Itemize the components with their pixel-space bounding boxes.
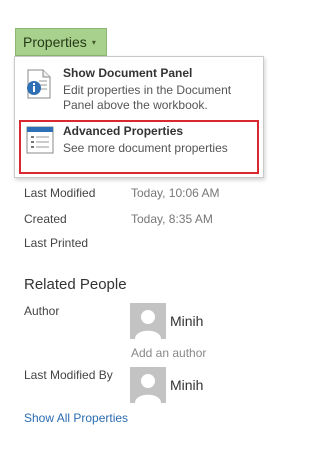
created-label: Created	[24, 212, 67, 226]
menu-item-desc-line: Panel above the workbook.	[63, 98, 208, 112]
add-author-input[interactable]: Add an author	[131, 346, 206, 360]
menu-item-advanced-properties[interactable]: Advanced Properties See more document pr…	[19, 120, 259, 174]
created-value: Today, 8:35 AM	[131, 212, 213, 226]
document-panel-icon	[25, 69, 53, 104]
person-icon	[135, 310, 161, 339]
author-name[interactable]: Minih	[170, 313, 203, 329]
menu-item-title: Advanced Properties	[63, 124, 184, 138]
person-icon	[135, 374, 161, 403]
last-printed-label: Last Printed	[24, 236, 89, 250]
menu-item-show-document-panel[interactable]: Show Document Panel Edit properties in t…	[19, 63, 259, 115]
last-modified-by-label: Last Modified By	[24, 368, 113, 382]
properties-dropdown-button[interactable]: Properties ▾	[15, 28, 107, 56]
last-modified-value: Today, 10:06 AM	[131, 186, 220, 200]
last-modified-by-name[interactable]: Minih	[170, 377, 203, 393]
menu-item-description: Edit properties in the Document Panel ab…	[63, 83, 231, 113]
properties-menu: Show Document Panel Edit properties in t…	[14, 56, 264, 178]
author-label: Author	[24, 304, 60, 318]
last-modified-label: Last Modified	[24, 186, 96, 200]
chevron-down-icon: ▾	[91, 37, 96, 47]
menu-item-title: Show Document Panel	[63, 66, 193, 80]
last-modified-by-avatar[interactable]	[130, 367, 166, 403]
advanced-properties-icon	[26, 126, 54, 159]
author-avatar[interactable]	[130, 303, 166, 339]
menu-item-description: See more document properties	[63, 141, 228, 155]
related-people-heading: Related People	[24, 276, 127, 293]
show-all-properties-link[interactable]: Show All Properties	[24, 411, 128, 425]
menu-item-desc-line: Edit properties in the Document	[63, 83, 232, 97]
properties-button-label: Properties	[23, 34, 87, 50]
